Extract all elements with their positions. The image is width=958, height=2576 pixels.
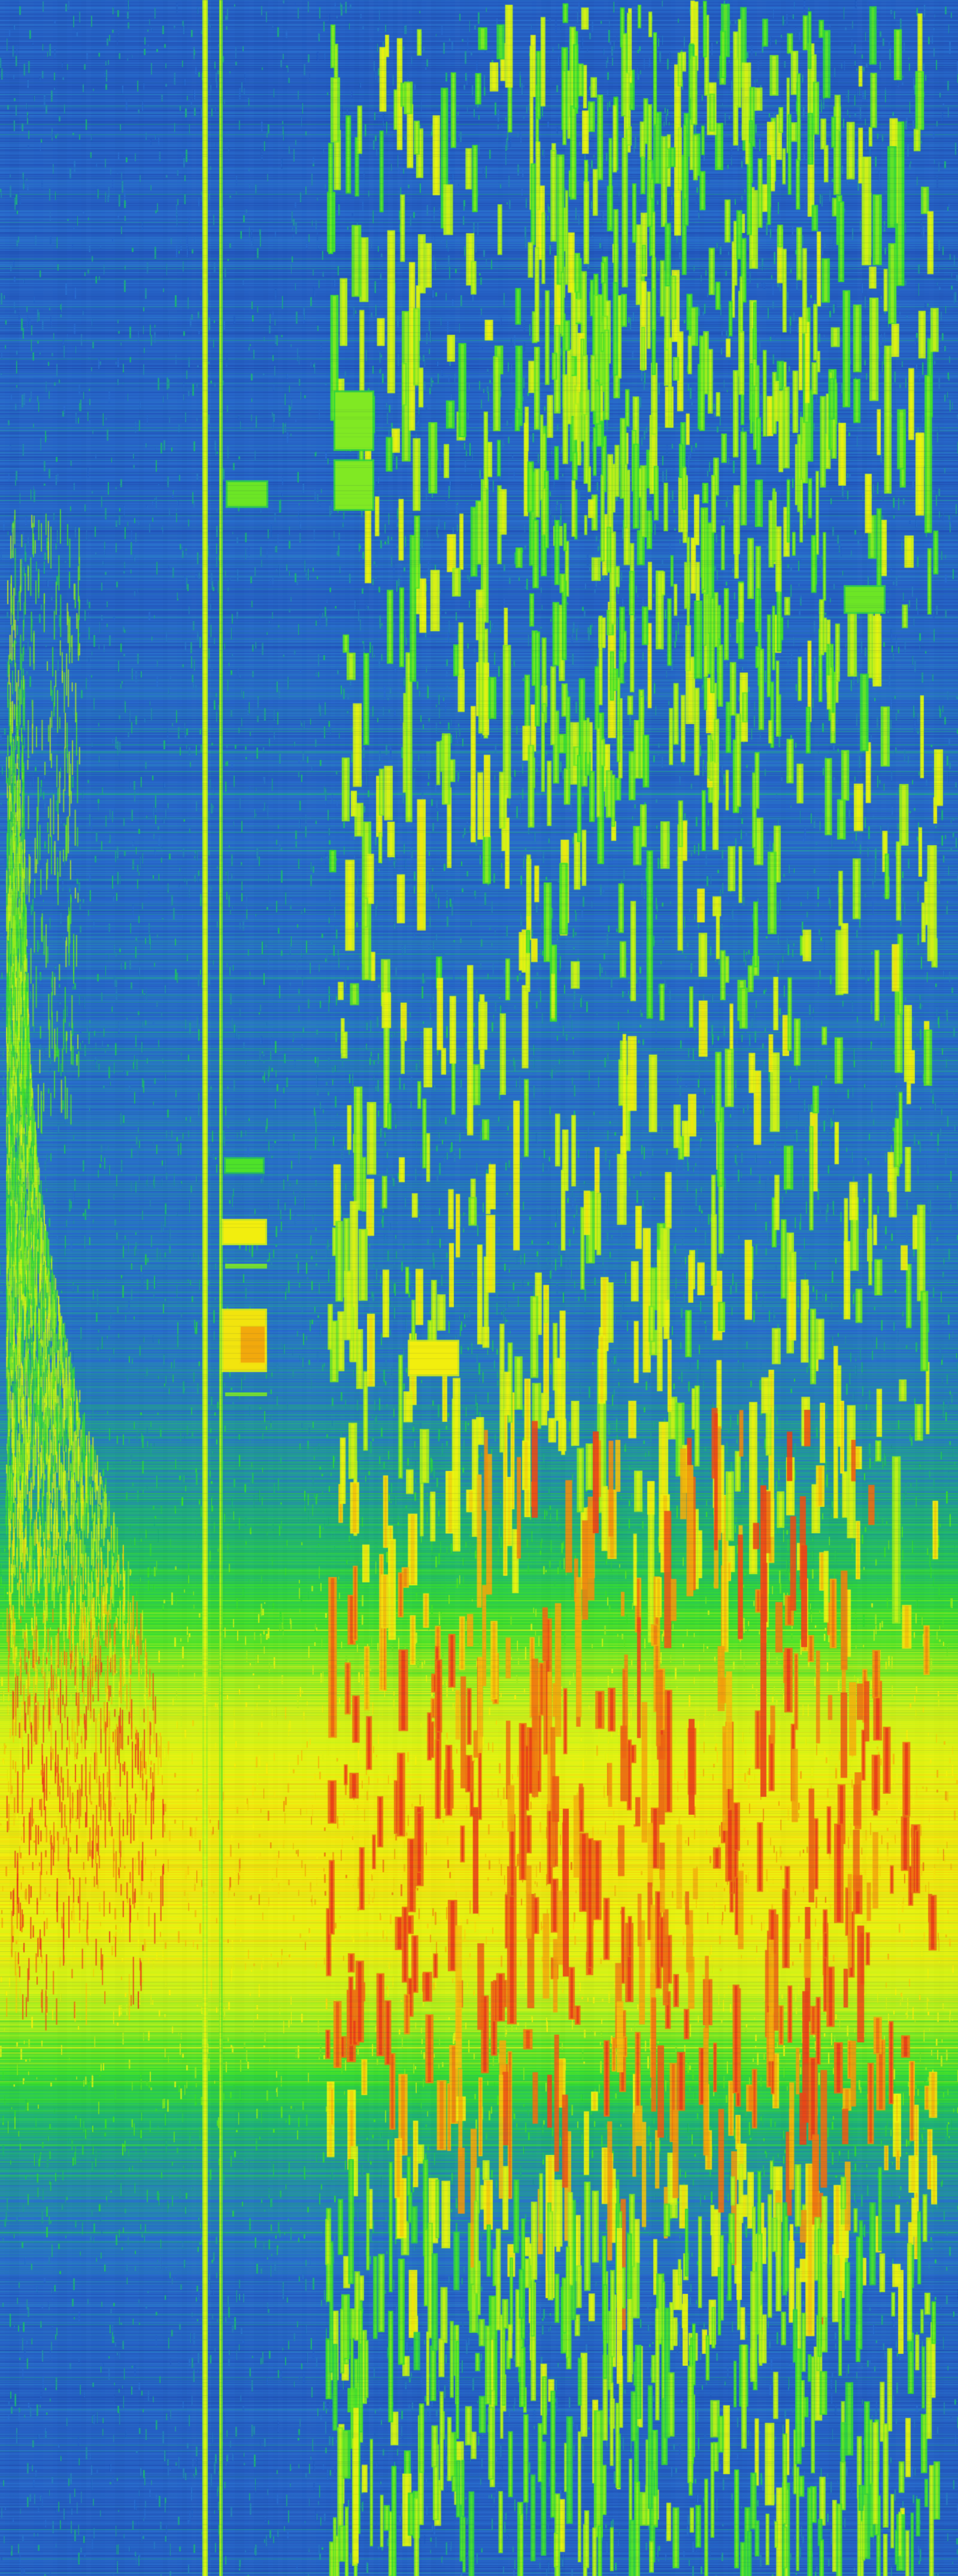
spectrogram-view (0, 0, 958, 2576)
spectrogram-canvas (0, 0, 958, 2576)
